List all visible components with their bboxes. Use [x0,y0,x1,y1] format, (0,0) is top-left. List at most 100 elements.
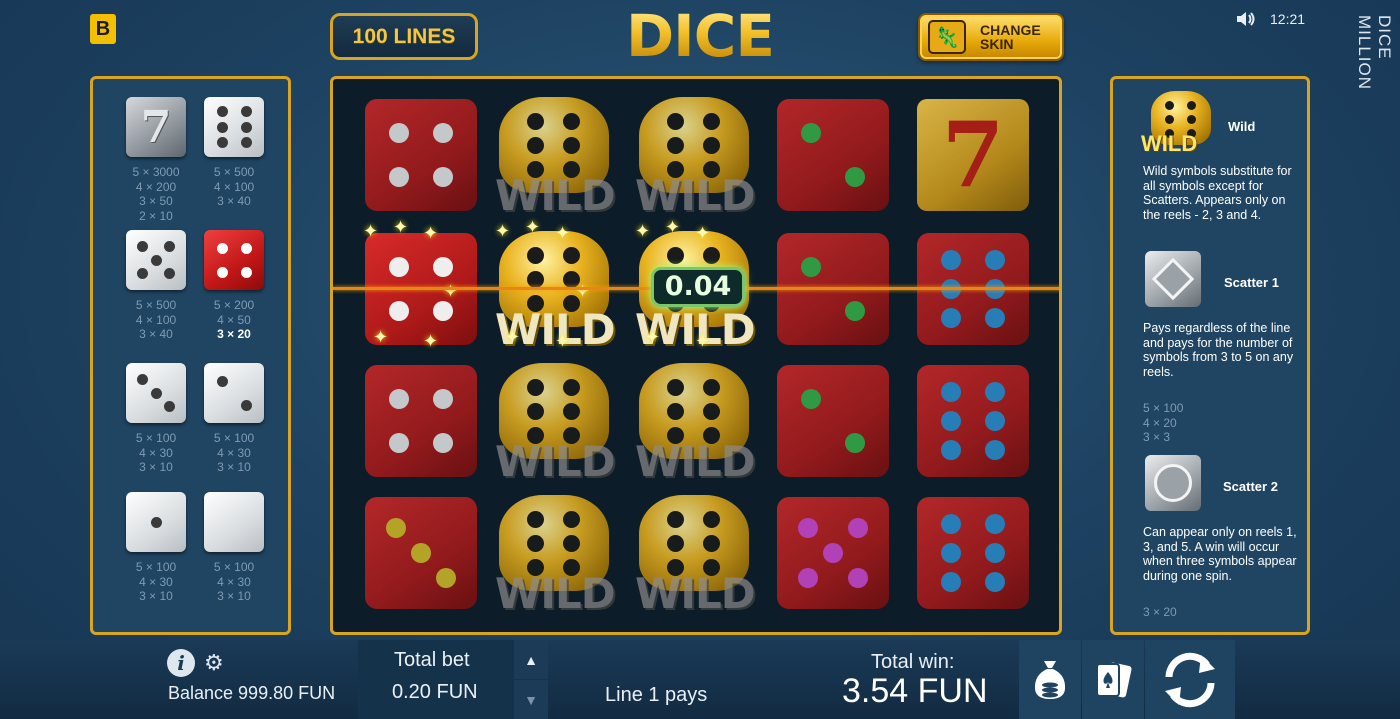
speaker-icon[interactable] [1236,10,1256,28]
white-two-icon [204,363,264,423]
wild-label: WILD [495,171,616,220]
red-die-symbol [915,363,1031,479]
paytable-entry: 5 × 100 4 × 30 3 × 10 [123,363,189,475]
gear-icon[interactable]: ⚙ [204,650,224,676]
sparkle-icon: ✦ [645,327,661,347]
paytable-pays: 5 × 200 4 × 50 3 × 20 [201,298,267,342]
red-die-symbol [915,495,1031,611]
paytable-pay-line: 5 × 100 [135,560,177,574]
scatter-1-description: Pays regardless of the line and pays for… [1143,321,1294,379]
scatter-2-icon [1145,455,1201,511]
sparkle-icon: ✦ [665,217,681,237]
paytable-pay-line: 3 × 50 [139,194,173,208]
wild-description: Wild symbols substitute for all symbols … [1143,164,1292,222]
wild-symbol-icon: WILD [1141,91,1221,161]
wild-symbol: WILD [635,97,756,220]
sparkle-icon: ✦ [555,331,571,351]
sparkle-icon: ✦ [393,217,409,237]
paytable-pays: 5 × 100 4 × 30 3 × 10 [123,431,189,475]
vertical-game-title: DICE MILLION [1355,15,1394,91]
paytable-pay-line: 5 × 100 [135,431,177,445]
scatter-1-pays: 5 × 100 4 × 20 3 × 3 [1143,401,1183,445]
sparkle-icon: ✦ [525,217,541,237]
change-skin-line-1: CHANGE [980,22,1041,38]
wild-label: WILD [495,569,616,618]
reels-area: WILDWILD7✦✦✦✦✦✦WILD✦✦✦✦✦✦WILD✦✦✦✦✦✦WILDW… [330,76,1062,635]
wild-label: WILD [635,569,756,618]
gamble-button[interactable] [1082,640,1144,719]
sparkle-icon: ✦ [495,221,511,241]
lines-button[interactable]: 100 LINES [330,13,478,60]
paytable-pay-line: 4 × 50 [217,312,251,327]
paytable-pay-line: 4 × 30 [217,445,251,460]
paytable-entry: 5 × 100 4 × 30 3 × 10 [123,492,189,604]
gold-seven-symbol: 7 [915,97,1031,213]
line-win-badge: 0.04 [651,267,745,307]
wild-symbol: WILD [635,495,756,618]
paytable-pay-line: 5 × 500 [213,165,255,179]
bet-decrease-button[interactable]: ▼ [514,680,548,719]
bottom-bar: i ⚙ Balance 999.80 FUN Total bet 0.20 FU… [0,640,1400,719]
scatter-2-title: Scatter 2 [1223,479,1278,494]
sparkle-icon: ✦ [635,221,651,241]
scatter-1-pay: 5 × 100 [1143,401,1184,415]
wild-label: WILD [635,171,756,220]
wild-symbol: WILD [495,97,616,220]
red-die-symbol [775,97,891,213]
spin-button[interactable] [1145,640,1235,719]
silver-seven-icon: 7 [126,97,186,157]
clock: 12:21 [1270,11,1306,27]
scatter-2-description: Can appear only on reels 1, 3, and 5. A … [1143,525,1297,583]
bet-increase-button[interactable]: ▲ [514,640,548,679]
paytable-pay-line: 5 × 200 [213,298,255,312]
white-five-icon [126,230,186,290]
wild-label: WILD [635,437,756,486]
total-bet-label: Total bet [394,649,470,671]
total-bet-value: 0.20 FUN [392,681,478,703]
white-three-icon [126,363,186,423]
paytable-pay-line: 5 × 3000 [132,165,180,179]
total-win-value: 3.54 FUN [842,672,988,710]
paytable-entry: 7 5 × 3000 4 × 200 3 × 50 2 × 10 [123,97,189,223]
red-die-symbol [363,97,479,213]
paytable-pay-line: 4 × 200 [135,179,177,194]
sparkle-icon: ✦ [505,327,521,347]
paytable-pay-line: 3 × 10 [217,460,251,474]
wild-badge-text: WILD [1141,131,1198,156]
wild-symbol: WILD [495,495,616,618]
sparkle-icon: ✦ [695,223,711,243]
white-one-icon [126,492,186,552]
paytable-pay-line: 3 × 40 [217,194,251,208]
wild-symbol: WILD [495,363,616,486]
paytable-panel: 75 × 3000 4 × 200 3 × 50 2 × 10 5 × 500 4 × 1… [90,76,291,635]
scatter-1-pay: 4 × 20 [1143,415,1177,430]
money-bag-icon [1034,660,1066,699]
wild-symbol: WILD [635,363,756,486]
change-skin-button[interactable]: 🦎 CHANGE SKIN [918,13,1064,61]
paytable-pay-line: 2 × 10 [139,208,173,223]
paytable-entry: 5 × 200 4 × 50 3 × 20 [201,230,267,342]
paytable-pays: 5 × 100 4 × 30 3 × 10 [123,560,189,604]
total-win-label: Total win: [871,651,955,673]
change-skin-label: CHANGE SKIN [980,23,1041,51]
red-die-symbol [363,495,479,611]
paytable-pay-line: 4 × 100 [213,179,255,194]
paytable-pay-line: 4 × 30 [139,445,173,460]
line-pays-text: Line 1 pays [605,684,708,706]
paytable-pay-line: 3 × 10 [139,460,173,474]
autoplay-button[interactable] [1019,640,1081,719]
paytable-pay-line: 3 × 10 [217,589,251,603]
paytable-pay-line: 4 × 30 [139,574,173,589]
info-icon[interactable]: i [167,649,195,677]
scatter-2-pay: 3 × 20 [1143,605,1177,619]
triangle-up-icon: ▲ [524,651,538,668]
red-four-icon [204,230,264,290]
paytable-pays: 5 × 100 4 × 30 3 × 10 [201,431,267,475]
chameleon-icon: 🦎 [928,20,966,54]
paytable-entry: 5 × 500 4 × 100 3 × 40 [123,230,189,342]
playing-cards-icon [1096,662,1132,697]
sparkle-icon: ✦ [423,331,439,351]
red-die-symbol [363,363,479,479]
white-six-icon [204,97,264,157]
paytable-pay-line: 5 × 500 [135,298,177,312]
